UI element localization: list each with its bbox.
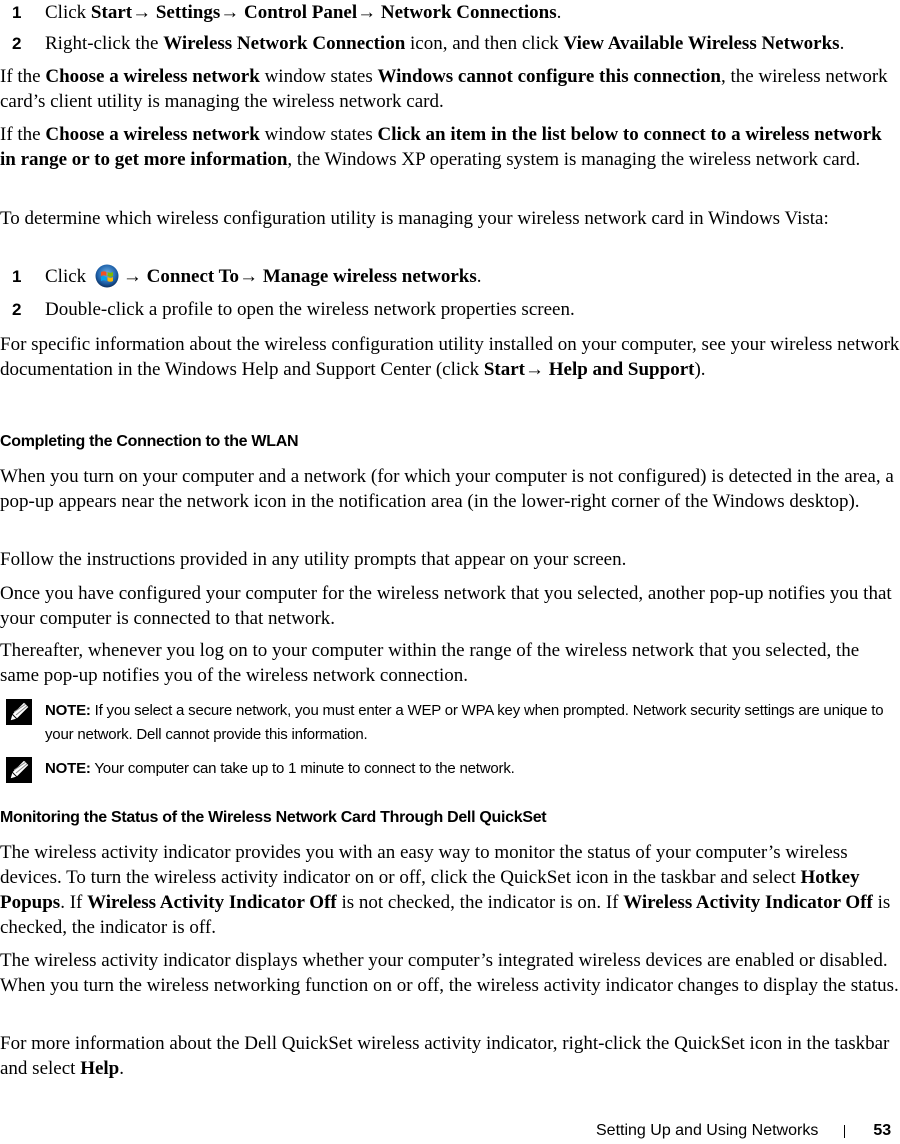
note-secure-network: NOTE: If you select a secure network, yo… [0, 699, 900, 747]
paragraph-help-support: For specific information about the wirel… [0, 334, 900, 380]
paragraph-popup-appears: When you turn on your computer and a net… [0, 466, 894, 512]
page-footer: Setting Up and Using Networks 53 [596, 1122, 891, 1140]
step-text: Click → Connect To→ Manage wireless netw… [45, 264, 482, 288]
note-text: NOTE: If you select a secure network, yo… [45, 702, 884, 743]
paragraph-indicator-displays: The wireless activity indicator displays… [0, 950, 899, 996]
paragraph-activity-indicator: The wireless activity indicator provides… [0, 842, 891, 938]
paragraph-vista-intro: To determine which wireless configuratio… [0, 208, 829, 229]
footer-section-title: Setting Up and Using Networks [596, 1122, 819, 1139]
xp-step-1: 1 Click Start→ Settings→ Control Panel→ … [0, 0, 561, 25]
step-number: 2 [12, 34, 22, 53]
paragraph-thereafter: Thereafter, whenever you log on to your … [0, 640, 860, 686]
footer-divider [844, 1124, 846, 1138]
note-text: NOTE: Your computer can take up to 1 min… [45, 760, 515, 777]
note-pencil-icon [0, 757, 45, 783]
vista-step-1: 1 Click → Connect To→ Manage wireless ne… [0, 264, 481, 289]
step-number: 1 [12, 267, 22, 286]
step-text: Double-click a profile to open the wirel… [45, 299, 575, 320]
step-text: Right-click the Wireless Network Connect… [45, 33, 845, 54]
page-number: 53 [873, 1122, 892, 1139]
paragraph-configured: Once you have configured your computer f… [0, 583, 892, 629]
paragraph-follow-instructions: Follow the instructions provided in any … [0, 549, 627, 570]
step-number: 1 [12, 3, 22, 22]
paragraph-client-utility: If the Choose a wireless network window … [0, 66, 888, 112]
xp-step-2: 2 Right-click the Wireless Network Conne… [0, 31, 844, 56]
note-pencil-icon [0, 699, 45, 747]
paragraph-xp-managing: If the Choose a wireless network window … [0, 124, 882, 170]
paragraph-more-info: For more information about the Dell Quic… [0, 1033, 890, 1079]
step-number: 2 [12, 300, 22, 319]
note-connect-time: NOTE: Your computer can take up to 1 min… [0, 757, 900, 783]
vista-step-2: 2 Double-click a profile to open the wir… [0, 297, 575, 322]
heading-completing-connection: Completing the Connection to the WLAN [0, 433, 299, 450]
step-text: Click Start→ Settings→ Control Panel→ Ne… [45, 2, 562, 23]
windows-start-icon [95, 264, 119, 288]
heading-monitoring-status: Monitoring the Status of the Wireless Ne… [0, 809, 547, 826]
